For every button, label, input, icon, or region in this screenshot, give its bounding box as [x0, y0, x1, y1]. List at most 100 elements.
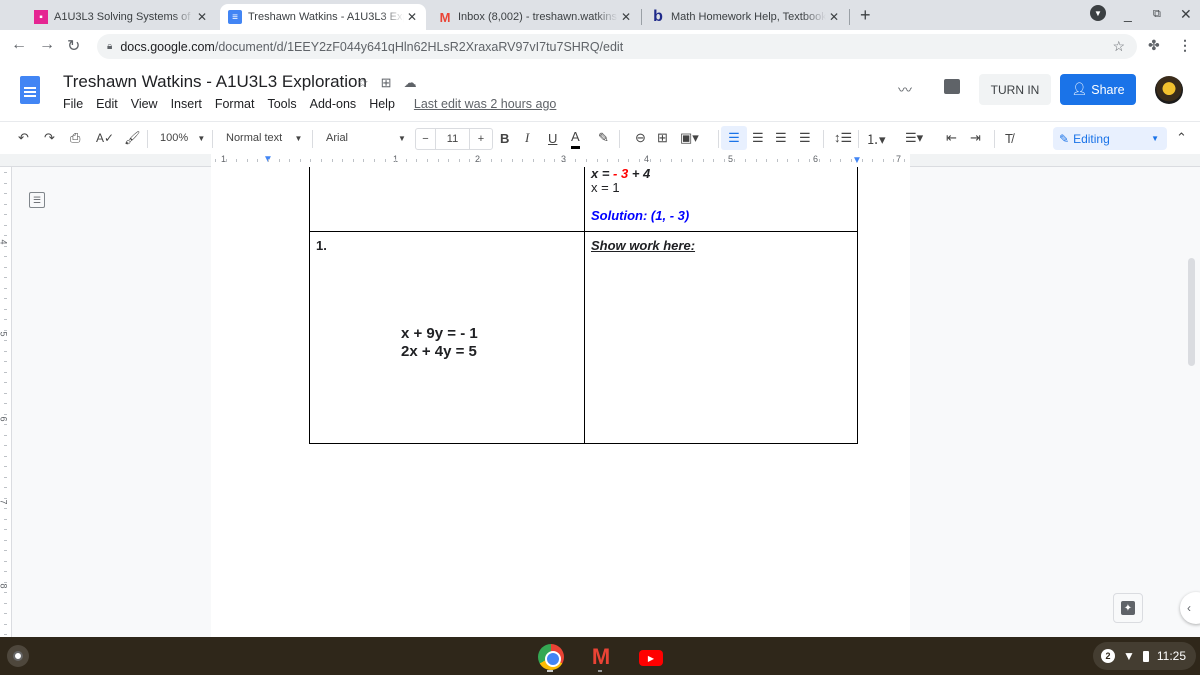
ruler-tick: [713, 159, 715, 162]
menu-edit[interactable]: Edit: [96, 97, 118, 111]
share-label: Share: [1091, 82, 1125, 97]
tab-separator: [849, 9, 850, 25]
user-avatar[interactable]: [1155, 76, 1183, 104]
ruler-tick: [4, 203, 7, 205]
launcher-button[interactable]: [7, 645, 29, 667]
url-bar[interactable]: 🔒︎ docs.google.com /document/d/1EEY2zF04…: [97, 34, 1137, 59]
menu-view[interactable]: View: [131, 97, 158, 111]
ruler-tick: [4, 571, 7, 572]
forward-icon[interactable]: →: [39, 36, 55, 54]
equation-1: x + 9y = - 1: [401, 325, 478, 342]
undo-icon[interactable]: ↶: [18, 122, 29, 154]
tab-classroom[interactable]: ▪ A1U3L3 Solving Systems of Equ ✕: [26, 4, 216, 30]
tab-google-docs[interactable]: ≡ Treshawn Watkins - A1U3L3 Exp ✕: [220, 4, 426, 30]
chrome-app-icon[interactable]: [538, 644, 564, 670]
justify-icon[interactable]: ☰: [799, 122, 811, 154]
tab-bartleby[interactable]: b Math Homework Help, Textbook ✕: [643, 4, 848, 30]
ruler-tick: [4, 413, 7, 415]
menu-add-ons[interactable]: Add-ons: [310, 97, 357, 111]
new-tab-button[interactable]: +: [860, 5, 871, 26]
text-color-icon[interactable]: A: [571, 127, 580, 149]
bulleted-list-icon[interactable]: ☰▾: [905, 122, 923, 154]
editing-mode-select[interactable]: ✎ Editing ▼: [1053, 127, 1167, 150]
browser-menu-icon[interactable]: ⋮: [1178, 37, 1192, 54]
underline-icon[interactable]: U: [548, 122, 557, 154]
close-tab-icon[interactable]: ✕: [404, 10, 420, 24]
align-left-icon[interactable]: ☰: [721, 126, 747, 150]
increase-font-size-button[interactable]: +: [470, 129, 492, 149]
insert-link-icon[interactable]: ⊖: [635, 122, 646, 154]
youtube-app-icon[interactable]: ▶: [639, 650, 663, 666]
align-center-icon[interactable]: ☰: [752, 122, 764, 154]
comments-icon[interactable]: [944, 79, 960, 94]
numbered-list-icon[interactable]: ⒈▾: [866, 122, 886, 154]
ruler-tick: [787, 159, 789, 162]
back-icon[interactable]: ←: [11, 36, 27, 54]
font-value: Arial: [326, 132, 349, 144]
zoom-select[interactable]: 100% ▼: [160, 122, 205, 154]
move-to-folder-icon[interactable]: ⊞: [381, 75, 392, 91]
italic-icon[interactable]: I: [525, 122, 529, 154]
menu-insert[interactable]: Insert: [171, 97, 202, 111]
close-window-icon[interactable]: ✕: [1180, 6, 1192, 23]
table-cell[interactable]: x = - 3 + 4 x = 1 Solution: (1, - 3): [584, 167, 858, 232]
menu-help[interactable]: Help: [369, 97, 395, 111]
last-edit-link[interactable]: Last edit was 2 hours ago: [414, 97, 556, 111]
highlight-color-icon[interactable]: ✎: [598, 122, 609, 154]
bookmark-star-icon[interactable]: ☆: [1112, 38, 1125, 55]
menu-format[interactable]: Format: [215, 97, 255, 111]
star-icon[interactable]: ☆: [357, 75, 369, 91]
ruler-tick: [246, 159, 248, 162]
gmail-app-icon[interactable]: M: [588, 644, 614, 670]
share-button[interactable]: 👤︎ Share: [1060, 74, 1136, 105]
font-size-input[interactable]: 11: [436, 129, 470, 149]
profile-menu-icon[interactable]: ▼: [1090, 5, 1106, 21]
font-select[interactable]: Arial ▼: [326, 122, 406, 154]
collapse-menus-icon[interactable]: ⌃: [1176, 122, 1187, 154]
paragraph-style-select[interactable]: Normal text ▼: [226, 122, 302, 154]
vertical-ruler[interactable]: 4 5 6 7 8: [0, 167, 12, 637]
turn-in-button[interactable]: TURN IN: [979, 74, 1051, 105]
ruler-tick: [4, 455, 7, 457]
print-icon[interactable]: ⎙: [70, 122, 80, 154]
close-tab-icon[interactable]: ✕: [194, 10, 210, 24]
decrease-indent-icon[interactable]: ⇤: [946, 122, 957, 154]
reload-icon[interactable]: ↻: [67, 36, 80, 56]
increase-indent-icon[interactable]: ⇥: [970, 122, 981, 154]
minimize-icon[interactable]: _: [1124, 6, 1132, 22]
table-cell[interactable]: Show work here:: [584, 230, 858, 444]
cloud-saved-icon[interactable]: ☁︎: [404, 75, 417, 91]
restore-icon[interactable]: ⧉: [1153, 8, 1161, 21]
document-outline-icon[interactable]: ☰: [29, 192, 45, 208]
activity-dashboard-icon[interactable]: 〰: [898, 80, 912, 100]
tab-gmail[interactable]: M Inbox (8,002) - treshawn.watkins ✕: [430, 4, 640, 30]
menu-tools[interactable]: Tools: [267, 97, 296, 111]
insert-image-icon[interactable]: ▣▾: [680, 122, 699, 154]
side-panel-toggle[interactable]: ‹: [1180, 592, 1200, 624]
right-indent-marker-icon[interactable]: ▼: [852, 155, 862, 166]
explore-button[interactable]: ✦: [1113, 593, 1143, 623]
vertical-scrollbar[interactable]: [1188, 258, 1195, 366]
line-spacing-icon[interactable]: ↕☰: [834, 122, 852, 154]
menu-file[interactable]: File: [63, 97, 83, 111]
close-tab-icon[interactable]: ✕: [826, 10, 842, 24]
google-docs-logo-icon[interactable]: [20, 76, 40, 104]
ruler-tick: [564, 159, 566, 162]
bold-icon[interactable]: B: [500, 122, 509, 154]
ruler-tick: [4, 235, 7, 236]
paint-format-icon[interactable]: 🖌︎: [124, 122, 141, 154]
extensions-puzzle-icon[interactable]: ✤: [1148, 37, 1160, 54]
document-title[interactable]: Treshawn Watkins - A1U3L3 Exploration: [63, 72, 367, 92]
close-tab-icon[interactable]: ✕: [618, 10, 634, 24]
spellcheck-icon[interactable]: A✓: [96, 122, 114, 154]
clear-formatting-icon[interactable]: T̸: [1005, 122, 1013, 154]
add-comment-icon[interactable]: ⊞: [657, 122, 668, 154]
align-right-icon[interactable]: ☰: [775, 122, 787, 154]
ruler-tick: [4, 193, 7, 194]
decrease-font-size-button[interactable]: −: [416, 129, 436, 149]
table-cell[interactable]: [309, 167, 585, 232]
status-tray[interactable]: 2 ▼ 11:25: [1093, 642, 1196, 670]
redo-icon[interactable]: ↷: [44, 122, 55, 154]
ruler-label: 4: [644, 154, 650, 164]
ruler-tick: [628, 159, 630, 162]
